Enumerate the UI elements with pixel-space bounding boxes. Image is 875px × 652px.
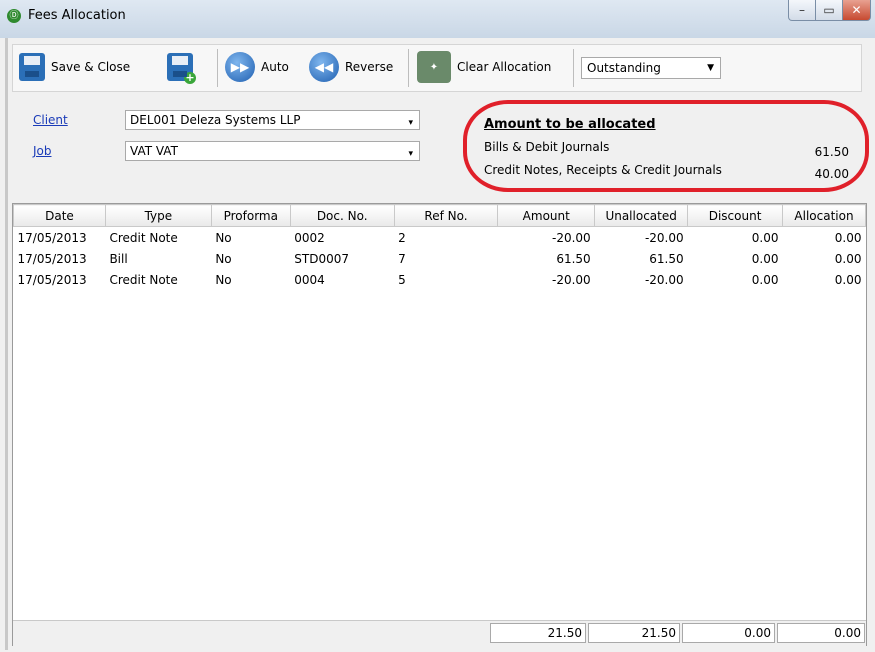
ref-no-cell: 2 [398,230,406,245]
column-header[interactable]: Amount [497,204,596,227]
column-header[interactable]: Ref No. [393,204,499,227]
auto-label: Auto [261,60,289,74]
minimize-button[interactable]: – [788,0,816,21]
save-icon [19,53,45,81]
total-discount: 0.00 [682,623,775,643]
chevron-down-icon: ▼ [707,63,714,73]
reverse-label: Reverse [345,60,394,74]
ref-no-cell: 7 [398,251,406,266]
allocation-cell[interactable]: 0.00 [783,269,866,290]
column-header[interactable]: Doc. No. [289,204,395,227]
filter-dropdown[interactable]: Outstanding ▼ [581,57,721,79]
total-allocation: 0.00 [777,623,865,643]
chevron-down-icon: ▾ [408,149,413,159]
auto-button[interactable]: ▶▶ Auto [225,50,289,84]
allocation-grid: Date Type Proforma Doc. No. Ref No. Amou… [12,203,867,646]
fees-allocation-window: Ⓓ Fees Allocation – ▭ ✕ Save & Close + ▶… [0,0,875,652]
doc-no-cell: 0004 [294,272,325,287]
proforma-cell: No [215,272,232,287]
amount-cell: 61.50 [556,251,591,266]
ref-no-cell: 5 [398,272,406,287]
client-value: DEL001 Deleza Systems LLP [130,113,301,127]
total-unallocated: 21.50 [588,623,680,643]
rewind-icon: ◀◀ [309,52,339,82]
total-amount: 21.50 [490,623,586,643]
summary-title: Amount to be allocated [484,117,656,132]
unallocated-cell: 61.50 [649,251,684,266]
table-row[interactable]: 17/05/2013 Credit Note No 0004 5 -20.00 … [14,269,866,290]
filter-value: Outstanding [587,61,661,75]
job-value: VAT VAT [130,144,178,158]
column-header[interactable]: Unallocated [594,204,689,227]
allocation-cell[interactable]: 0.00 [783,248,866,269]
table-row[interactable]: 17/05/2013 Credit Note No 0002 2 -20.00 … [14,227,866,249]
clear-allocation-button[interactable]: ✦ Clear Allocation [417,50,551,84]
amount-cell: -20.00 [551,230,591,245]
allocation-cell[interactable]: 0.00 [783,227,866,249]
save-close-label: Save & Close [51,60,131,74]
toolbar-separator [217,49,218,87]
client-link[interactable]: Client [33,113,68,127]
discount-cell[interactable]: 0.00 [688,269,783,290]
date-cell: 17/05/2013 [17,272,87,287]
doc-no-cell: 0002 [294,230,325,245]
column-header[interactable]: Allocation [782,204,866,227]
date-cell: 17/05/2013 [17,230,87,245]
amount-cell: -20.00 [551,272,591,287]
maximize-button[interactable]: ▭ [815,0,843,21]
toolbar-separator [573,49,574,87]
job-select[interactable]: VAT VAT ▾ [125,141,420,161]
discount-cell[interactable]: 0.00 [688,227,783,249]
title-bar: Ⓓ Fees Allocation – ▭ ✕ [0,0,875,38]
doc-no-cell: STD0007 [294,251,349,266]
column-header[interactable]: Date [13,204,106,227]
chevron-down-icon: ▾ [408,118,413,128]
toolbar-separator [408,49,409,87]
save-new-button[interactable]: + [167,50,199,84]
credits-value: 40.00 [814,167,849,181]
header-row: Date Type Proforma Doc. No. Ref No. Amou… [13,204,866,227]
type-cell: Credit Note [109,272,178,287]
save-close-button[interactable]: Save & Close [19,50,130,84]
plus-icon: + [184,71,196,84]
job-link[interactable]: Job [33,144,52,158]
totals-row: 21.50 21.50 0.00 0.00 [13,620,866,646]
date-cell: 17/05/2013 [17,251,87,266]
clear-allocation-label: Clear Allocation [457,60,552,74]
app-icon: Ⓓ [7,9,21,23]
clear-allocation-icon: ✦ [417,51,451,83]
allocation-table: Date Type Proforma Doc. No. Ref No. Amou… [13,204,866,290]
unallocated-cell: -20.00 [644,272,684,287]
column-header[interactable]: Discount [687,204,783,227]
credits-label: Credit Notes, Receipts & Credit Journals [484,163,722,177]
fast-forward-icon: ▶▶ [225,52,255,82]
type-cell: Bill [109,251,128,266]
proforma-cell: No [215,251,232,266]
unallocated-cell: -20.00 [644,230,684,245]
close-button[interactable]: ✕ [842,0,871,21]
type-cell: Credit Note [109,230,178,245]
bills-label: Bills & Debit Journals [484,140,610,154]
reverse-button[interactable]: ◀◀ Reverse [309,50,393,84]
discount-cell[interactable]: 0.00 [688,248,783,269]
window-title: Fees Allocation [28,8,126,23]
bills-value: 61.50 [814,145,849,159]
proforma-cell: No [215,230,232,245]
toolbar: Save & Close + ▶▶ Auto ◀◀ Reverse ✦ Clea… [12,44,862,92]
column-header[interactable]: Type [104,204,212,227]
client-select[interactable]: DEL001 Deleza Systems LLP ▾ [125,110,420,130]
column-header[interactable]: Proforma [210,204,291,227]
save-new-icon: + [167,53,196,84]
table-row[interactable]: 17/05/2013 Bill No STD0007 7 61.50 61.50… [14,248,866,269]
window-left-edge [5,30,8,650]
